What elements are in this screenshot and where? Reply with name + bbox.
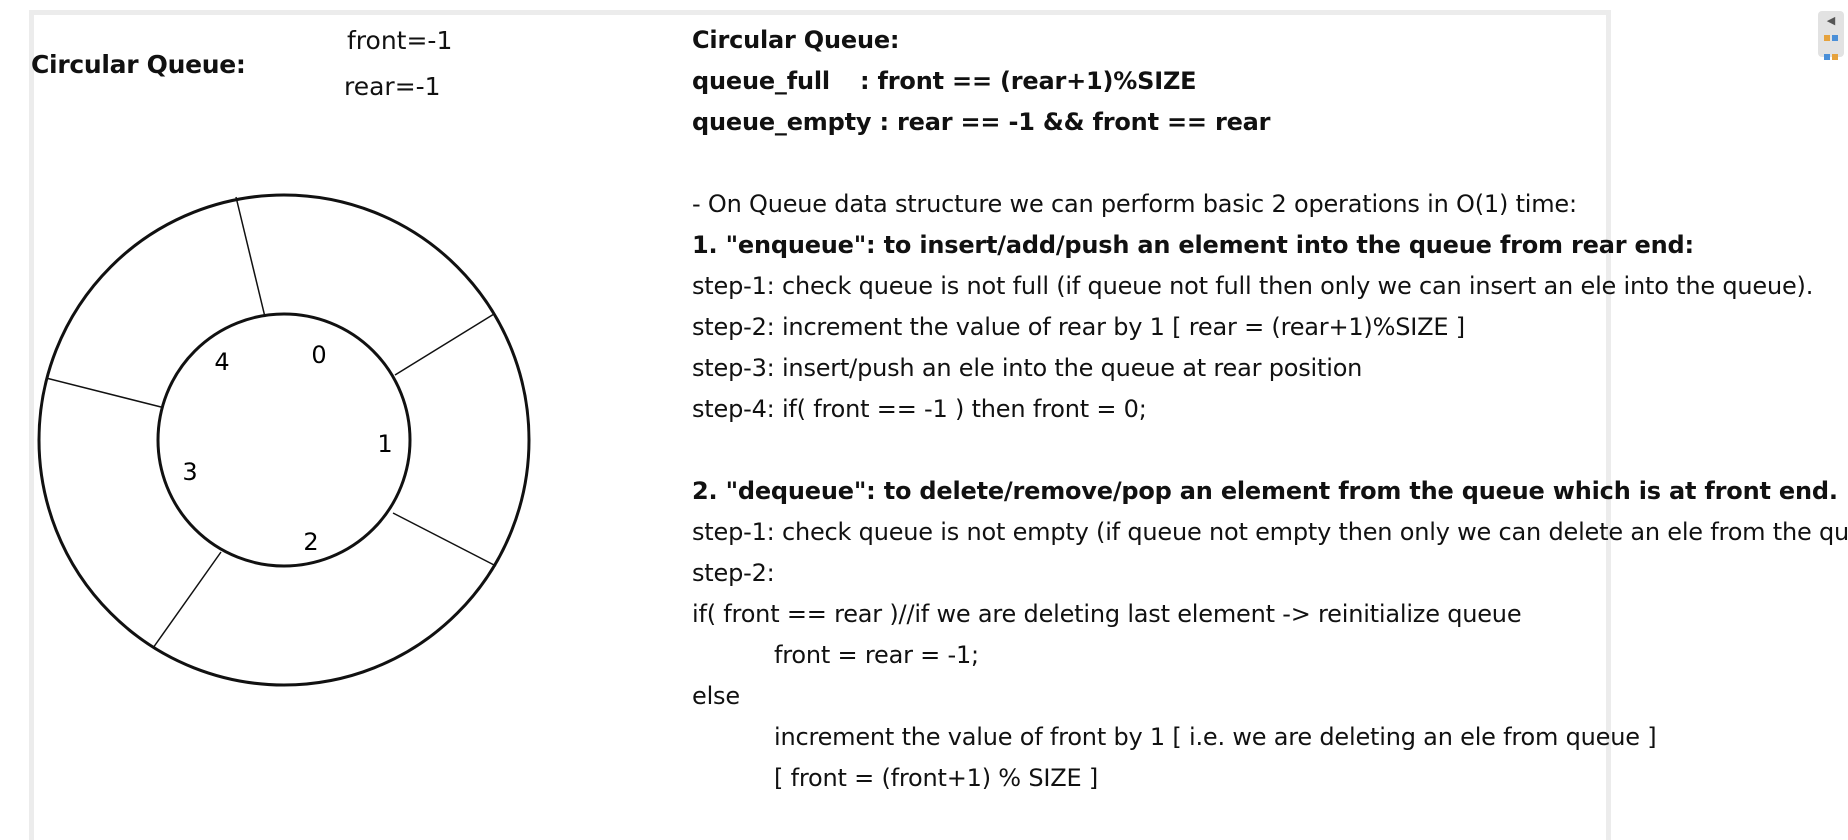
dequeue-else-line: else bbox=[692, 682, 740, 710]
queue-empty-expression: : rear == -1 && front == rear bbox=[879, 108, 1271, 136]
dequeue-formula-line: [ front = (front+1) % SIZE ] bbox=[774, 764, 1099, 792]
chevron-left-icon: ◀ bbox=[1826, 14, 1836, 27]
queue-full-label: queue_full bbox=[692, 67, 830, 95]
circular-queue-diagram: 0 1 2 3 4 bbox=[37, 193, 531, 687]
collapse-arrow-palette-icon[interactable]: ◀ bbox=[1818, 11, 1844, 60]
queue-empty-definition: queue_empty : rear == -1 && front == rea… bbox=[692, 102, 1848, 143]
slot-label: 0 bbox=[311, 341, 326, 369]
dequeue-reset-line: front = rear = -1; bbox=[774, 641, 979, 669]
queue-empty-label: queue_empty bbox=[692, 108, 872, 136]
dequeue-step: step-1: check queue is not empty (if que… bbox=[692, 518, 1848, 546]
slot-label: 1 bbox=[377, 430, 392, 458]
enqueue-step: step-2: increment the value of rear by 1… bbox=[692, 313, 1465, 341]
slot-divider bbox=[235, 196, 266, 318]
slot-label: 2 bbox=[303, 528, 318, 556]
outer-ring bbox=[37, 193, 531, 687]
slot-divider bbox=[394, 313, 495, 376]
slot-divider bbox=[392, 512, 497, 567]
queue-full-definition: queue_full : front == (rear+1)%SIZE bbox=[692, 61, 1848, 102]
queue-notes: Circular Queue: queue_full : front == (re… bbox=[692, 20, 1848, 799]
dequeue-step: step-2: bbox=[692, 559, 775, 587]
operations-intro: - On Queue data structure we can perform… bbox=[692, 190, 1577, 218]
queue-full-expression: : front == (rear+1)%SIZE bbox=[860, 67, 1197, 95]
notes-heading: Circular Queue: bbox=[692, 26, 900, 54]
enqueue-step: step-3: insert/push an ele into the queu… bbox=[692, 354, 1363, 382]
slot-label: 3 bbox=[182, 458, 197, 486]
slot-divider bbox=[152, 551, 222, 649]
dequeue-increment-line: increment the value of front by 1 [ i.e.… bbox=[774, 723, 1657, 751]
enqueue-step: step-4: if( front == -1 ) then front = 0… bbox=[692, 395, 1147, 423]
slot-label: 4 bbox=[214, 348, 229, 376]
dequeue-heading: 2. "dequeue": to delete/remove/pop an el… bbox=[692, 477, 1838, 505]
inner-ring bbox=[156, 312, 412, 568]
enqueue-step: step-1: check queue is not full (if queu… bbox=[692, 272, 1814, 300]
slot-divider bbox=[45, 377, 162, 408]
enqueue-heading: 1. "enqueue": to insert/add/push an elem… bbox=[692, 231, 1694, 259]
dequeue-if-line: if( front == rear )//if we are deleting … bbox=[692, 600, 1522, 628]
